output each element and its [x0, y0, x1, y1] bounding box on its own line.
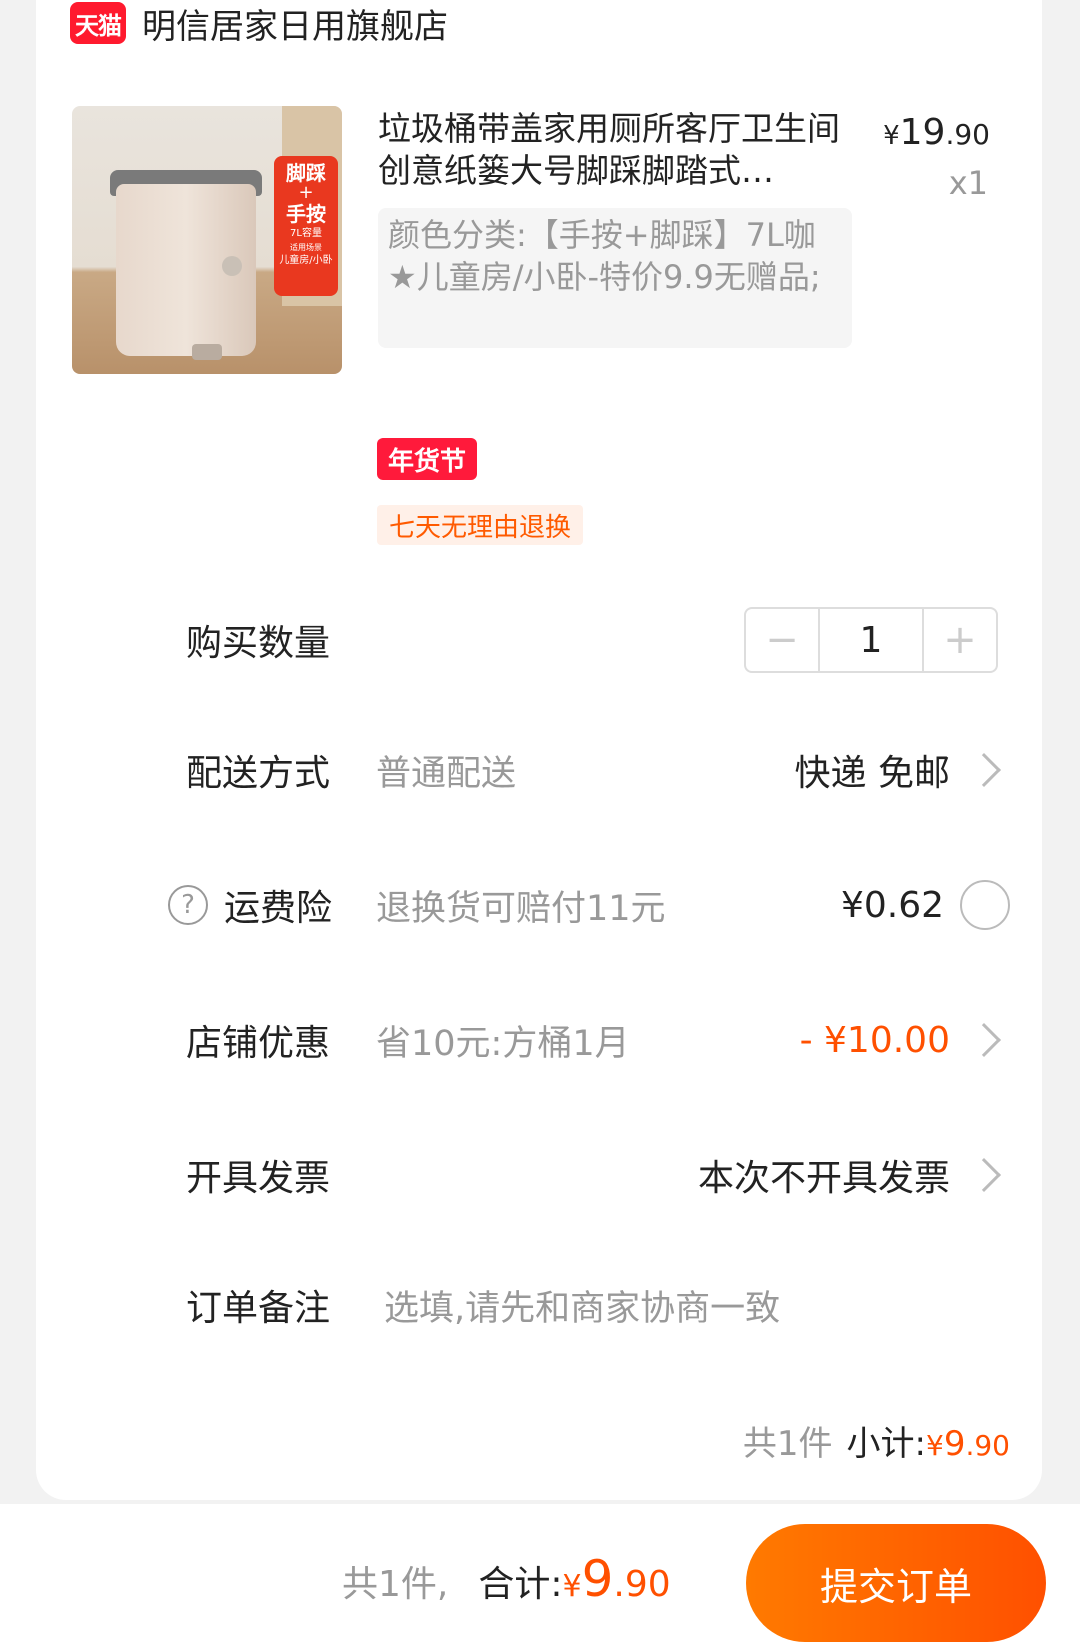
delivery-value: 快递 免邮: [794, 753, 950, 794]
product-quantity: x1: [948, 164, 988, 202]
insurance-radio[interactable]: [960, 880, 1010, 930]
chevron-right-icon: [967, 753, 1001, 787]
note-row: 订单备注 选填,请先和商家协商一致: [0, 1265, 1080, 1345]
image-promo-badge: 脚踩 + 手按 7L容量 适用场景 儿童房/小卧: [274, 156, 338, 296]
subtotal: 共1件 小计: ¥9.90: [743, 1416, 1010, 1465]
delivery-label: 配送方式: [186, 753, 331, 794]
discount-desc: 省10元:方桶1月: [376, 1023, 630, 1064]
festival-tag: 年货节: [377, 438, 477, 480]
quantity-value[interactable]: 1: [818, 609, 924, 671]
invoice-row[interactable]: 开具发票 本次不开具发票: [0, 1135, 1080, 1215]
chevron-right-icon: [967, 1023, 1001, 1057]
decrement-button[interactable]: −: [746, 609, 818, 671]
total-count: 共1件,: [342, 1564, 449, 1605]
product-price: ¥19.90: [883, 112, 990, 153]
insurance-price: ¥0.62: [840, 884, 944, 926]
delivery-desc: 普通配送: [376, 753, 517, 794]
subtotal-amount: ¥9.90: [926, 1424, 1010, 1464]
discount-value: - ¥10.00: [799, 1019, 950, 1061]
delivery-row[interactable]: 配送方式 普通配送 快递 免邮: [0, 730, 1080, 810]
chevron-right-icon: [967, 1158, 1001, 1192]
insurance-desc: 退换货可赔付11元: [376, 888, 666, 929]
store-name[interactable]: 明信居家日用旗舰店: [142, 0, 448, 48]
invoice-label: 开具发票: [186, 1158, 331, 1199]
insurance-row: ? 运费险 退换货可赔付11元 ¥0.62: [0, 865, 1080, 945]
store-header[interactable]: 天猫 明信居家日用旗舰店: [70, 0, 448, 48]
note-label: 订单备注: [186, 1288, 331, 1329]
checkout-bar: 共1件, 合计: ¥9.90 提交订单: [0, 1504, 1080, 1650]
submit-order-button[interactable]: 提交订单: [746, 1524, 1046, 1642]
discount-label: 店铺优惠: [186, 1023, 331, 1064]
product-title[interactable]: 垃圾桶带盖家用厕所客厅卫生间创意纸篓大号脚踩脚踏式…: [378, 108, 848, 192]
discount-row[interactable]: 店铺优惠 省10元:方桶1月 - ¥10.00: [0, 1000, 1080, 1080]
quantity-label: 购买数量: [186, 623, 331, 664]
order-total: 共1件, 合计: ¥9.90: [342, 1550, 671, 1608]
invoice-value: 本次不开具发票: [697, 1158, 950, 1199]
subtotal-count: 共1件: [742, 1424, 833, 1464]
subtotal-label: 小计:: [846, 1424, 926, 1464]
product-image[interactable]: 脚踩 + 手按 7L容量 适用场景 儿童房/小卧: [72, 106, 342, 374]
increment-button[interactable]: +: [924, 609, 996, 671]
total-amount: ¥9.90: [562, 1550, 671, 1608]
sku-selector[interactable]: 颜色分类:【手按+脚踩】7L咖★儿童房/小卧-特价9.9无赠品;: [378, 208, 852, 348]
help-icon[interactable]: ?: [168, 885, 208, 925]
total-label: 合计:: [478, 1564, 563, 1605]
note-input[interactable]: 选填,请先和商家协商一致: [384, 1280, 780, 1331]
return-policy-tag: 七天无理由退换: [377, 505, 584, 545]
quantity-stepper[interactable]: − 1 +: [744, 607, 998, 673]
insurance-label: 运费险: [224, 888, 333, 929]
tmall-logo: 天猫: [70, 2, 126, 44]
